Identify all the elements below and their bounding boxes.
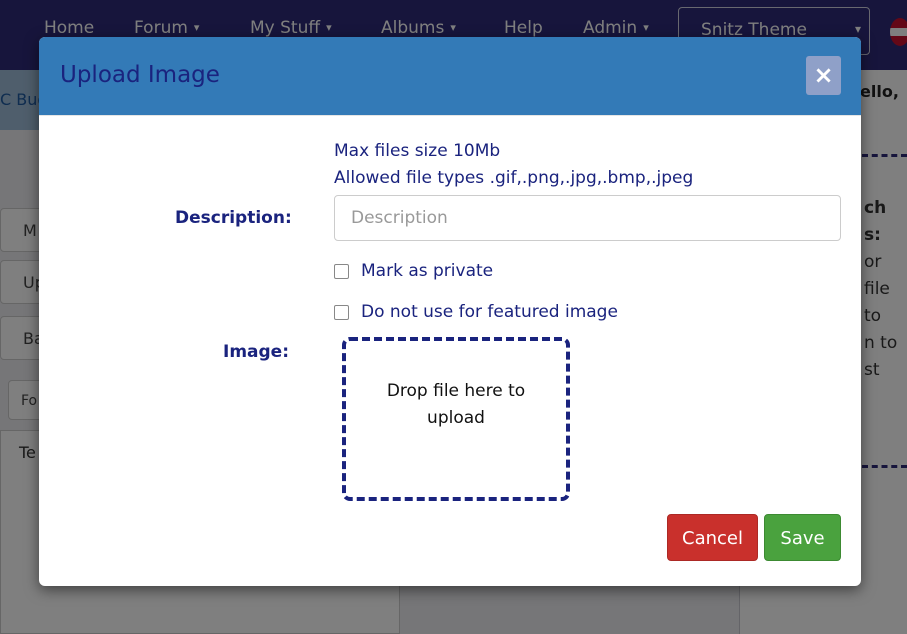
close-icon: × — [813, 61, 834, 89]
featured-checkbox-row[interactable]: Do not use for featured image — [334, 302, 618, 322]
private-checkbox-label[interactable]: Mark as private — [361, 261, 493, 281]
modal-header: Upload Image × — [39, 37, 861, 116]
modal-title: Upload Image — [60, 62, 220, 88]
featured-checkbox[interactable] — [334, 304, 349, 320]
save-button-label: Save — [780, 528, 825, 549]
featured-checkbox-label[interactable]: Do not use for featured image — [361, 302, 618, 322]
upload-image-modal: Upload Image × Max files size 10Mb Allow… — [39, 37, 861, 586]
description-input[interactable] — [334, 195, 841, 241]
allowed-types-text: Allowed file types .gif,.png,.jpg,.bmp,.… — [334, 168, 694, 188]
close-button[interactable]: × — [806, 56, 841, 95]
dropzone-text: Drop file here to upload — [386, 381, 526, 428]
max-size-text: Max files size 10Mb — [334, 141, 501, 161]
save-button[interactable]: Save — [764, 514, 841, 561]
file-dropzone[interactable]: Drop file here to upload — [342, 337, 570, 501]
image-label: Image: — [223, 342, 290, 362]
cancel-button-label: Cancel — [682, 528, 743, 549]
description-label: Description: — [175, 208, 292, 228]
private-checkbox-row[interactable]: Mark as private — [334, 261, 493, 281]
private-checkbox[interactable] — [334, 263, 349, 279]
cancel-button[interactable]: Cancel — [667, 514, 758, 561]
